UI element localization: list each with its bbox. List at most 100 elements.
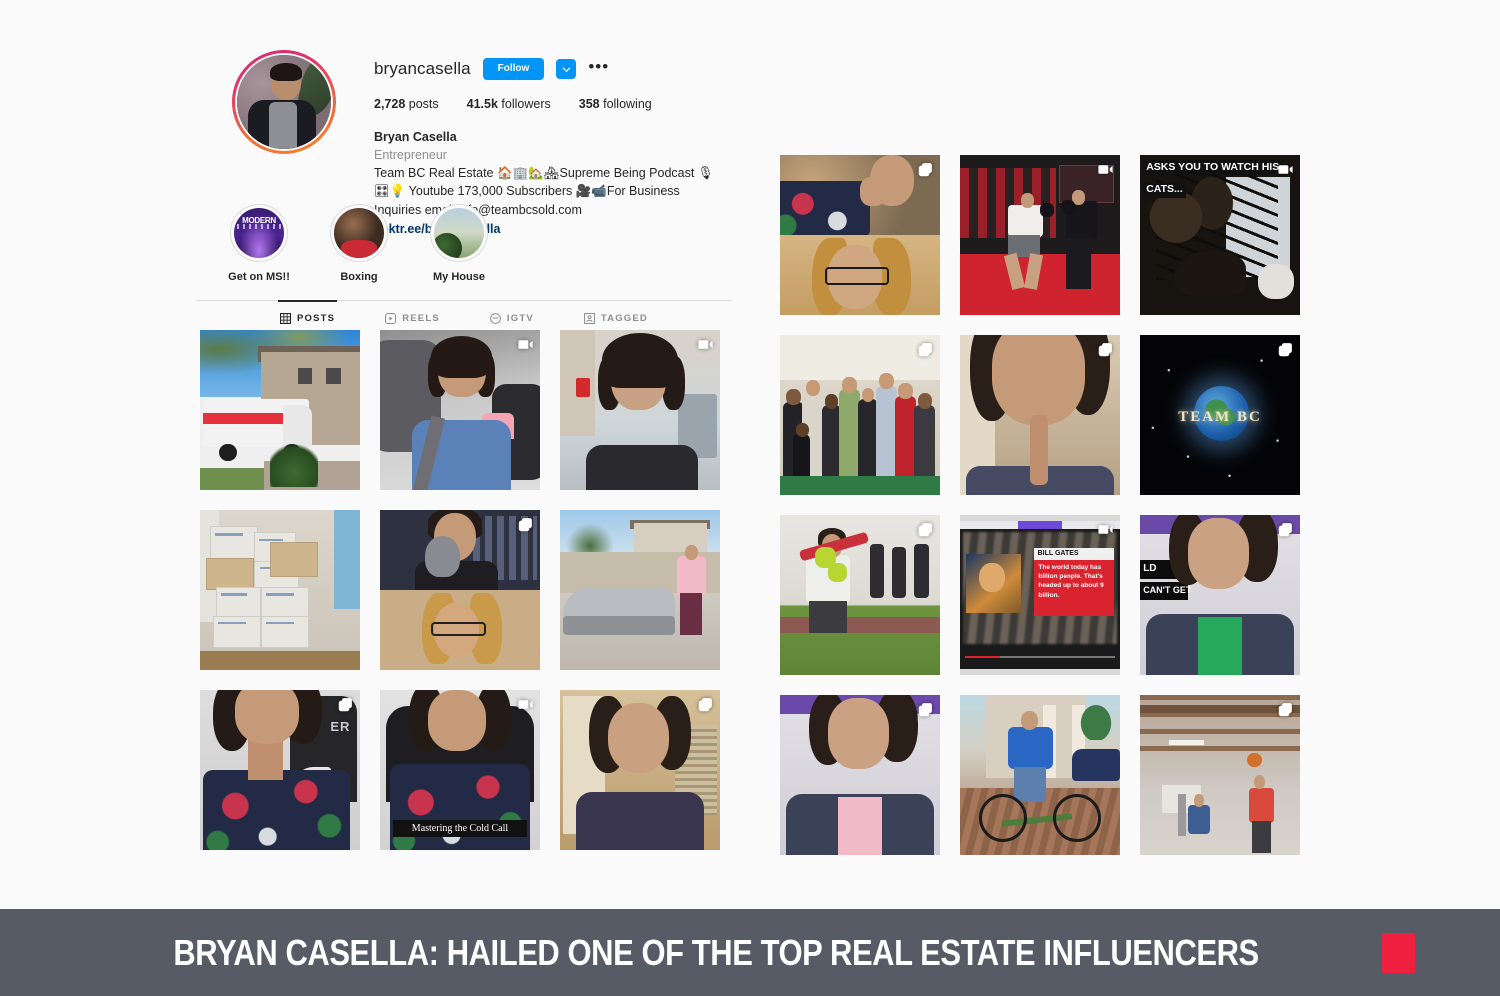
track-stripe bbox=[780, 617, 940, 634]
floral-shirt bbox=[780, 180, 870, 239]
post-video-call-cat[interactable] bbox=[380, 510, 540, 670]
post-lamborghini[interactable] bbox=[560, 510, 720, 670]
chevron-down-icon[interactable] bbox=[556, 59, 577, 79]
highlight-my-house[interactable]: My House bbox=[422, 204, 496, 283]
post-suit-green-shirt[interactable]: LD CAN'T GET bbox=[1140, 515, 1300, 675]
person-legs bbox=[680, 593, 703, 635]
highlight-boxing[interactable]: Boxing bbox=[322, 204, 396, 283]
ellipsis-icon[interactable]: ••• bbox=[588, 58, 609, 77]
avatar-photo bbox=[237, 55, 331, 149]
post-turf-training[interactable] bbox=[780, 515, 940, 675]
player-2-legs bbox=[1252, 821, 1272, 854]
follow-button[interactable]: Follow bbox=[482, 58, 545, 80]
ceiling-beam bbox=[1140, 704, 1300, 713]
carousel-icon bbox=[917, 701, 934, 718]
highlight-cover-image: MODERN bbox=[234, 208, 284, 258]
bicycle-wheel bbox=[1052, 794, 1101, 843]
t-shirt bbox=[837, 797, 883, 855]
post-home-talking-head[interactable] bbox=[560, 690, 720, 850]
post-thumbnail: Mastering the Cold Call bbox=[380, 690, 540, 850]
stat-posts: 2,728 posts bbox=[374, 97, 439, 111]
post-gaming-chair-portrait[interactable]: ER bbox=[200, 690, 360, 850]
box-label bbox=[259, 538, 284, 542]
person-body bbox=[576, 792, 704, 850]
post-team-bc-logo[interactable]: TEAM BC bbox=[1140, 335, 1300, 495]
post-gym-talking-head[interactable] bbox=[560, 330, 720, 490]
avatar[interactable] bbox=[232, 50, 336, 154]
cat bbox=[424, 535, 460, 578]
post-thumbnail: ER bbox=[200, 690, 360, 850]
post-car-selfie[interactable] bbox=[380, 330, 540, 490]
person-body bbox=[585, 445, 698, 490]
post-split-video-call[interactable] bbox=[780, 155, 940, 315]
person-hand bbox=[860, 177, 886, 207]
basketball bbox=[1247, 752, 1262, 767]
stat-following[interactable]: 358 following bbox=[579, 97, 652, 111]
post-thumbnail: LD CAN'T GET bbox=[1140, 515, 1300, 675]
eyeglasses bbox=[431, 622, 486, 637]
lower-third-body: The world today has billion people. That… bbox=[1038, 563, 1104, 599]
post-thumbnail bbox=[200, 330, 360, 490]
post-cats-story[interactable]: ASKS YOU TO WATCH HIS CATS... bbox=[1140, 155, 1300, 315]
person-body bbox=[914, 405, 936, 476]
tab-tagged-label: TAGGED bbox=[600, 313, 648, 324]
tab-igtv[interactable]: IGTV bbox=[490, 311, 534, 324]
carousel-icon bbox=[1277, 341, 1294, 358]
person-head bbox=[805, 379, 820, 396]
post-bicycle[interactable] bbox=[960, 695, 1120, 855]
parked-car bbox=[1072, 749, 1120, 782]
person-head bbox=[796, 423, 809, 438]
profile-username: bryancasella bbox=[374, 59, 471, 78]
person-head bbox=[898, 383, 913, 399]
tab-posts-label: POSTS bbox=[297, 313, 336, 324]
chair-brand-text: ER bbox=[330, 718, 351, 734]
moving-box bbox=[209, 526, 258, 562]
carousel-icon bbox=[697, 696, 714, 713]
other-person bbox=[892, 547, 907, 599]
tab-reels[interactable]: REELS bbox=[385, 311, 440, 324]
box-label bbox=[266, 621, 294, 625]
stat-followers-label: followers bbox=[501, 97, 551, 111]
post-uhaul-house[interactable] bbox=[200, 330, 360, 490]
person-face bbox=[992, 335, 1085, 425]
cat-light bbox=[1258, 263, 1294, 299]
person-body bbox=[858, 399, 878, 476]
instagram-profile-screenshot: bryancasella Follow ••• 2,728 posts 41.5… bbox=[0, 0, 1500, 996]
post-suit-pink-shirt[interactable] bbox=[780, 695, 940, 855]
stat-posts-value: 2,728 bbox=[374, 97, 406, 111]
post-group-photo[interactable] bbox=[780, 335, 940, 495]
highlight-label: Get on MS!! bbox=[228, 271, 290, 283]
browser-tab bbox=[1017, 521, 1063, 529]
post-bill-gates-clip[interactable]: BILL GATES The world today has billion p… bbox=[960, 515, 1120, 675]
post-caption-overlay: Mastering the Cold Call bbox=[392, 819, 528, 838]
avatar-story-ring bbox=[232, 50, 336, 154]
post-boxing-gym-spar[interactable] bbox=[960, 155, 1120, 315]
post-basketball-warehouse[interactable] bbox=[1140, 695, 1300, 855]
post-thumbnail: ASKS YOU TO WATCH HIS CATS... bbox=[1140, 155, 1300, 315]
floor bbox=[200, 650, 360, 670]
lawn bbox=[200, 467, 274, 490]
post-mastering-cold-call[interactable]: Mastering the Cold Call bbox=[380, 690, 540, 850]
reels-icon bbox=[385, 313, 397, 324]
boxing-glove bbox=[1040, 203, 1055, 218]
stat-followers[interactable]: 41.5k followers bbox=[467, 97, 551, 111]
username-row: bryancasella Follow ••• bbox=[374, 58, 732, 80]
post-moving-boxes[interactable] bbox=[200, 510, 360, 670]
video-icon bbox=[517, 336, 534, 353]
person-body-front bbox=[792, 434, 811, 476]
player-2-head bbox=[1253, 775, 1265, 790]
tab-posts[interactable]: POSTS bbox=[277, 300, 338, 324]
highlight-get-on-ms[interactable]: MODERN Get on MS!! bbox=[222, 204, 296, 283]
profile-category: Entrepreneur bbox=[374, 148, 447, 163]
ceiling bbox=[780, 335, 940, 380]
carousel-icon bbox=[337, 696, 354, 713]
post-shh-portrait[interactable] bbox=[960, 335, 1120, 495]
person-body bbox=[676, 556, 706, 595]
highlight-label: My House bbox=[433, 271, 485, 283]
cat-dark bbox=[1175, 251, 1246, 296]
hoop-post bbox=[1178, 794, 1187, 836]
floral-shirt bbox=[203, 770, 351, 850]
person-head bbox=[824, 394, 838, 409]
tab-tagged[interactable]: TAGGED bbox=[583, 311, 648, 324]
post-thumbnail bbox=[200, 510, 360, 670]
